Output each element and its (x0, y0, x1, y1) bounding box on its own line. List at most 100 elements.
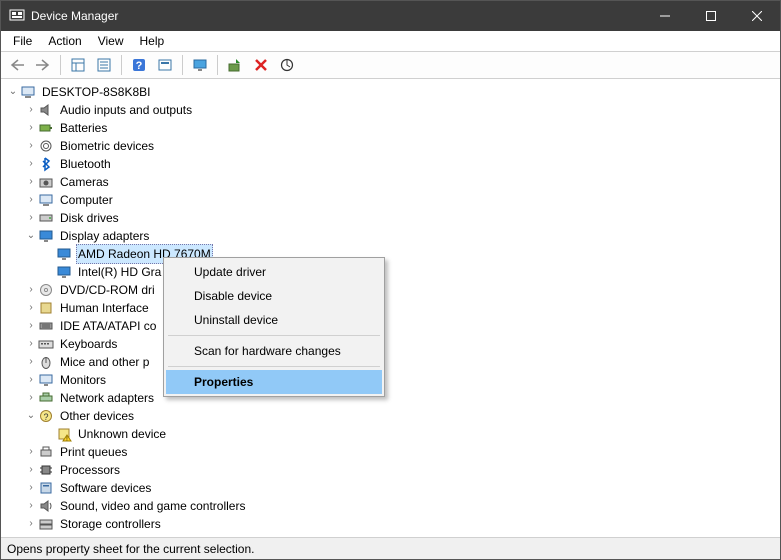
expand-icon[interactable]: › (24, 335, 38, 353)
tree-row[interactable]: › Disk drives (6, 209, 779, 227)
expand-icon[interactable]: › (24, 209, 38, 227)
expand-icon[interactable]: › (24, 299, 38, 317)
tree-label[interactable]: Mice and other p (58, 353, 151, 371)
tree-row[interactable]: Intel(R) HD Gra (6, 263, 779, 281)
collapse-icon[interactable]: ⌄ (24, 407, 38, 425)
expand-icon[interactable]: › (24, 461, 38, 479)
unknown-icon: ! (56, 426, 72, 442)
tree-row[interactable]: ⌄?Other devices (6, 407, 779, 425)
menu-file[interactable]: File (5, 33, 40, 49)
expand-icon[interactable]: › (24, 191, 38, 209)
tree-label[interactable]: Processors (58, 461, 122, 479)
tree-label[interactable]: Storage controllers (58, 515, 163, 533)
tree-row[interactable]: › IDE ATA/ATAPI co (6, 317, 779, 335)
expand-icon[interactable]: › (24, 317, 38, 335)
expand-icon[interactable]: › (24, 281, 38, 299)
tree-row[interactable]: !Unknown device (6, 425, 779, 443)
device-tree: ⌄DESKTOP-8S8K8BI›Audio inputs and output… (2, 81, 779, 536)
tree-label[interactable]: Print queues (58, 443, 129, 461)
menu-view[interactable]: View (90, 33, 132, 49)
tree-scroll[interactable]: ⌄DESKTOP-8S8K8BI›Audio inputs and output… (2, 81, 779, 536)
menu-action[interactable]: Action (40, 33, 89, 49)
tree-label[interactable]: DESKTOP-8S8K8BI (40, 83, 153, 101)
expand-icon[interactable]: › (24, 353, 38, 371)
expand-icon[interactable]: › (24, 101, 38, 119)
properties-toolbar-button[interactable] (92, 54, 116, 76)
tree-row[interactable]: › Biometric devices (6, 137, 779, 155)
expand-icon[interactable]: › (24, 497, 38, 515)
tree-label[interactable]: Display adapters (58, 227, 151, 245)
tree-label[interactable]: Computer (58, 191, 115, 209)
menu-help[interactable]: Help (132, 33, 173, 49)
expand-icon[interactable]: › (24, 173, 38, 191)
context-item-uninstall-device[interactable]: Uninstall device (166, 308, 382, 332)
tree-row[interactable]: › Sound, video and game controllers (6, 497, 779, 515)
tree-label[interactable]: Unknown device (76, 425, 168, 443)
expand-icon[interactable]: › (24, 371, 38, 389)
tree-row[interactable]: › Cameras (6, 173, 779, 191)
close-button[interactable] (734, 1, 780, 31)
forward-button[interactable] (31, 54, 55, 76)
back-button[interactable] (5, 54, 29, 76)
expand-icon[interactable]: › (24, 515, 38, 533)
update-driver-toolbar-button[interactable] (223, 54, 247, 76)
tree-row[interactable]: › Keyboards (6, 335, 779, 353)
tree-row[interactable]: › DVD/CD-ROM dri (6, 281, 779, 299)
expand-icon[interactable]: › (24, 119, 38, 137)
cpu-icon (38, 462, 54, 478)
context-item-scan-for-hardware-changes[interactable]: Scan for hardware changes (166, 339, 382, 363)
tree-row[interactable]: › Mice and other p (6, 353, 779, 371)
tree-label[interactable]: Sound, video and game controllers (58, 497, 247, 515)
collapse-icon[interactable]: ⌄ (24, 227, 38, 245)
tree-label[interactable]: Batteries (58, 119, 109, 137)
tree-row[interactable]: › Processors (6, 461, 779, 479)
tree-label[interactable]: Intel(R) HD Gra (76, 263, 163, 281)
tree-row[interactable]: › Batteries (6, 119, 779, 137)
tree-row[interactable]: › Bluetooth (6, 155, 779, 173)
tree-label[interactable]: Software devices (58, 479, 153, 497)
expand-icon[interactable]: › (24, 479, 38, 497)
tree-row[interactable]: AMD Radeon HD 7670M (6, 245, 779, 263)
tree-label[interactable]: Bluetooth (58, 155, 113, 173)
delete-toolbar-button[interactable] (249, 54, 273, 76)
tree-row[interactable]: › Storage controllers (6, 515, 779, 533)
statusbar: Opens property sheet for the current sel… (1, 537, 780, 559)
tree-row[interactable]: ⌄ DESKTOP-8S8K8BI (6, 83, 779, 101)
context-item-disable-device[interactable]: Disable device (166, 284, 382, 308)
toolbar-separator (182, 55, 183, 75)
help-button[interactable]: ? (127, 54, 151, 76)
tree-label[interactable]: Human Interface (58, 299, 151, 317)
tree-label[interactable]: Audio inputs and outputs (58, 101, 194, 119)
tree-label[interactable]: IDE ATA/ATAPI co (58, 317, 158, 335)
expand-icon[interactable]: › (24, 155, 38, 173)
tree-row[interactable]: › Computer (6, 191, 779, 209)
tree-label[interactable]: Keyboards (58, 335, 119, 353)
minimize-button[interactable] (642, 1, 688, 31)
collapse-icon[interactable]: ⌄ (6, 83, 20, 101)
tree-label[interactable]: Cameras (58, 173, 111, 191)
expand-icon[interactable]: › (24, 389, 38, 407)
context-item-properties[interactable]: Properties (166, 370, 382, 394)
show-hidden-button[interactable] (66, 54, 90, 76)
app-toolbar-button[interactable] (153, 54, 177, 76)
expand-icon[interactable]: › (24, 443, 38, 461)
tree-label[interactable]: Other devices (58, 407, 136, 425)
tree-row[interactable]: › Software devices (6, 479, 779, 497)
tree-row[interactable]: › Human Interface (6, 299, 779, 317)
tree-label[interactable]: DVD/CD-ROM dri (58, 281, 157, 299)
network-icon (38, 390, 54, 406)
tree-label[interactable]: Monitors (58, 371, 108, 389)
tree-label[interactable]: Disk drives (58, 209, 121, 227)
context-item-update-driver[interactable]: Update driver (166, 260, 382, 284)
tree-label[interactable]: Network adapters (58, 389, 156, 407)
tree-row[interactable]: › Print queues (6, 443, 779, 461)
maximize-button[interactable] (688, 1, 734, 31)
expand-icon[interactable]: › (24, 137, 38, 155)
tree-label[interactable]: Biometric devices (58, 137, 156, 155)
tree-row[interactable]: › Audio inputs and outputs (6, 101, 779, 119)
monitor-toolbar-button[interactable] (188, 54, 212, 76)
tree-row[interactable]: › Network adapters (6, 389, 779, 407)
scan-toolbar-button[interactable] (275, 54, 299, 76)
tree-row[interactable]: ⌄ Display adapters (6, 227, 779, 245)
tree-row[interactable]: › Monitors (6, 371, 779, 389)
